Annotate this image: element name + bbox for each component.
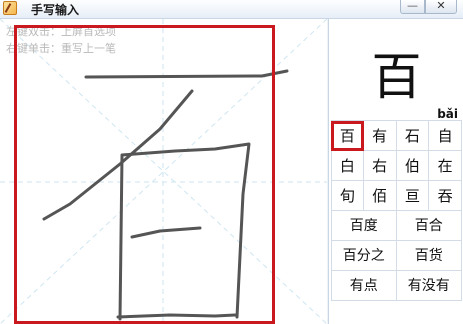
candidate-char[interactable]: 旬 <box>331 181 364 211</box>
candidate-char[interactable]: 伯 <box>396 151 430 181</box>
candidate-char[interactable]: 吞 <box>429 181 462 211</box>
pinyin-label: bǎi <box>437 107 458 121</box>
close-button[interactable]: ✕ <box>425 0 457 14</box>
candidate-char[interactable]: 佰 <box>363 181 397 211</box>
candidate-char[interactable]: 石 <box>396 121 430 151</box>
candidate-char[interactable]: 百 <box>331 121 364 151</box>
writing-frame <box>14 25 275 324</box>
handwriting-app-icon <box>3 1 17 15</box>
minimize-button[interactable]: — <box>400 0 425 14</box>
candidate-char[interactable]: 有 <box>363 121 397 151</box>
preview-character: 百 <box>371 48 422 106</box>
candidate-char[interactable]: 白 <box>331 151 364 181</box>
candidate-char[interactable]: 自 <box>429 121 462 151</box>
candidate-char[interactable]: 右 <box>363 151 397 181</box>
candidate-panel: 百 bǎi 百 有 石 自 白 右 伯 在 旬 佰 亘 吞 百度 百合 百分之 … <box>328 19 463 324</box>
candidate-phrase[interactable]: 百分之 <box>331 241 397 271</box>
candidate-phrase[interactable]: 百合 <box>396 211 462 241</box>
candidate-phrase[interactable]: 有点 <box>331 271 397 301</box>
candidate-char[interactable]: 在 <box>429 151 462 181</box>
candidate-grid: 百 有 石 自 白 右 伯 在 旬 佰 亘 吞 百度 百合 百分之 百货 有点 … <box>331 120 462 301</box>
candidate-phrase[interactable]: 百度 <box>331 211 397 241</box>
handwriting-area[interactable]: 左键双击：上屏首选项 右键单击：重写上一笔 <box>0 19 327 324</box>
candidate-phrase[interactable]: 百货 <box>396 241 462 271</box>
candidate-phrase[interactable]: 有没有 <box>396 271 462 301</box>
window-title: 手写输入 <box>31 3 80 17</box>
title-bar: 手写输入 — ✕ <box>0 0 463 19</box>
candidate-char[interactable]: 亘 <box>396 181 430 211</box>
